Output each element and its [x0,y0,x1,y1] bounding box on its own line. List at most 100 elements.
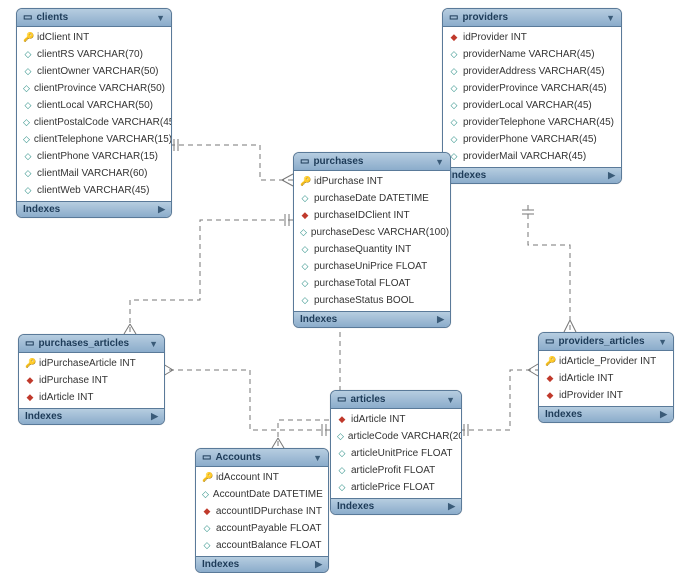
expand-icon[interactable]: ▶ [151,411,158,422]
entity-header: ▭purchases ▼ [294,153,450,171]
expand-icon[interactable]: ▶ [448,501,455,512]
expand-icon[interactable]: ▶ [158,204,165,215]
collapse-icon[interactable]: ▼ [446,395,455,405]
column-label: articleUnitPrice FLOAT [351,447,453,460]
indexes-label: Indexes [545,409,582,420]
expand-icon[interactable]: ▶ [660,409,667,420]
indexes-label: Indexes [25,411,62,422]
column-row: ◇ articleCode VARCHAR(20) [331,428,461,445]
entity-header: ▭providers_articles ▼ [539,333,673,351]
column-diamond-icon: ◇ [449,48,459,61]
column-label: purchaseDate DATETIME [314,192,429,205]
column-row: ◇clientProvince VARCHAR(50) [17,80,171,97]
column-label: idPurchase INT [314,175,383,188]
column-diamond-icon: ◇ [337,430,344,443]
entity-articles[interactable]: ▭articles ▼ ◆idArticle INT◇articleCode V… [330,390,462,515]
column-row: ◇providerPhone VARCHAR(45) [443,131,621,148]
column-label: providerProvince VARCHAR(45) [463,82,607,95]
column-row: ◇ providerTelephone VARCHAR(45) [443,114,621,131]
key-icon: 🔑 [545,355,555,368]
collapse-icon[interactable]: ▼ [435,157,444,167]
entity-footer[interactable]: Indexes ▶ [19,408,164,424]
entity-title: purchases [313,156,363,167]
column-diamond-icon: ◇ [23,82,30,95]
column-row: ◇providerAddress VARCHAR(45) [443,63,621,80]
collapse-icon[interactable]: ▼ [149,339,158,349]
expand-icon[interactable]: ▶ [608,170,615,181]
collapse-icon[interactable]: ▼ [658,337,667,347]
entity-footer[interactable]: Indexes ▶ [331,498,461,514]
column-label: accountIDPurchase INT [216,505,322,518]
column-row: ◆idArticle INT [331,411,461,428]
fk-diamond-icon: ◆ [25,391,35,404]
column-diamond-icon: ◇ [23,150,33,163]
column-label: idProvider INT [559,389,623,402]
entity-columns: ◆idArticle INT◇articleCode VARCHAR(20)◇a… [331,409,461,498]
fk-diamond-icon: ◆ [25,374,35,387]
column-diamond-icon: ◇ [337,464,347,477]
column-row: ◇purchaseTotal FLOAT [294,275,450,292]
column-label: purchaseIDClient INT [314,209,410,222]
entity-columns: 🔑 idPurchase INT ◇ purchaseDate DATETIME ◆pu… [294,171,450,311]
expand-icon[interactable]: ▶ [437,314,444,325]
entity-clients[interactable]: ▭clients ▼ 🔑idClient INT◇clientRS VARCHA… [16,8,172,218]
column-label: articleCode VARCHAR(20) [348,430,462,443]
column-row: ◆idArticle INT [19,389,164,406]
column-label: clientTelephone VARCHAR(15) [34,133,172,146]
column-row: ◇providerMail VARCHAR(45) [443,148,621,165]
entity-footer[interactable]: Indexes ▶ [294,311,450,327]
collapse-icon[interactable]: ▼ [606,13,615,23]
column-label: clientPostalCode VARCHAR(45) [34,116,172,129]
collapse-icon[interactable]: ▼ [313,453,322,463]
column-diamond-icon: ◇ [449,116,459,129]
column-row: ◇clientRS VARCHAR(70) [17,46,171,63]
column-label: clientLocal VARCHAR(50) [37,99,153,112]
entity-footer[interactable]: Indexes ▶ [539,406,673,422]
column-row: ◆ idProvider INT [539,387,673,404]
entity-purchases[interactable]: ▭purchases ▼ 🔑 idPurchase INT ◇ purchaseDat… [293,152,451,328]
column-row: ◆purchaseIDClient INT [294,207,450,224]
column-diamond-icon: ◇ [300,243,310,256]
column-label: providerTelephone VARCHAR(45) [463,116,614,129]
fk-diamond-icon: ◆ [545,372,555,385]
column-label: AccountDate DATETIME [213,488,323,501]
entity-columns: ◆idProvider INT◇providerName VARCHAR(45)… [443,27,621,167]
entity-providers[interactable]: ▭providers ▼ ◆idProvider INT◇providerNam… [442,8,622,184]
column-diamond-icon: ◇ [23,133,30,146]
column-row: 🔑idAccount INT [196,469,328,486]
indexes-label: Indexes [449,170,486,181]
column-row: ◇clientMail VARCHAR(60) [17,165,171,182]
column-label: providerAddress VARCHAR(45) [463,65,605,78]
column-row: ◇clientOwner VARCHAR(50) [17,63,171,80]
entity-purchases-articles[interactable]: ▭purchases_articles ▼ 🔑idPurchaseArticle… [18,334,165,425]
entity-providers-articles[interactable]: ▭providers_articles ▼ 🔑idArticle_Provide… [538,332,674,423]
column-label: clientMail VARCHAR(60) [37,167,147,180]
column-label: idArticle INT [351,413,405,426]
entity-footer[interactable]: Indexes ▶ [196,556,328,572]
column-row: ◇clientWeb VARCHAR(45) [17,182,171,199]
column-diamond-icon: ◇ [202,488,209,501]
collapse-icon[interactable]: ▼ [156,13,165,23]
fk-diamond-icon: ◆ [545,389,555,402]
column-row: ◇purchaseDesc VARCHAR(100) [294,224,450,241]
entity-accounts[interactable]: ▭Accounts ▼ 🔑idAccount INT◇AccountDate D… [195,448,329,573]
indexes-label: Indexes [300,314,337,325]
column-diamond-icon: ◇ [23,184,33,197]
entity-footer[interactable]: Indexes ▶ [443,167,621,183]
column-diamond-icon: ◇ [23,99,33,112]
entity-footer[interactable]: Indexes ▶ [17,201,171,217]
entity-title: providers_articles [558,336,644,347]
indexes-label: Indexes [202,559,239,570]
column-label: purchaseTotal FLOAT [314,277,411,290]
column-diamond-icon: ◇ [300,260,310,273]
column-row: ◇articlePrice FLOAT [331,479,461,496]
column-row: ◆idPurchase INT [19,372,164,389]
column-label: purchaseStatus BOOL [314,294,414,307]
key-icon: 🔑 [300,175,310,188]
column-diamond-icon: ◇ [449,133,459,146]
column-row: ◇ clientLocal VARCHAR(50) [17,97,171,114]
column-label: idArticle INT [559,372,613,385]
key-icon: 🔑 [202,471,212,484]
column-row: ◇providerLocal VARCHAR(45) [443,97,621,114]
expand-icon[interactable]: ▶ [315,559,322,570]
